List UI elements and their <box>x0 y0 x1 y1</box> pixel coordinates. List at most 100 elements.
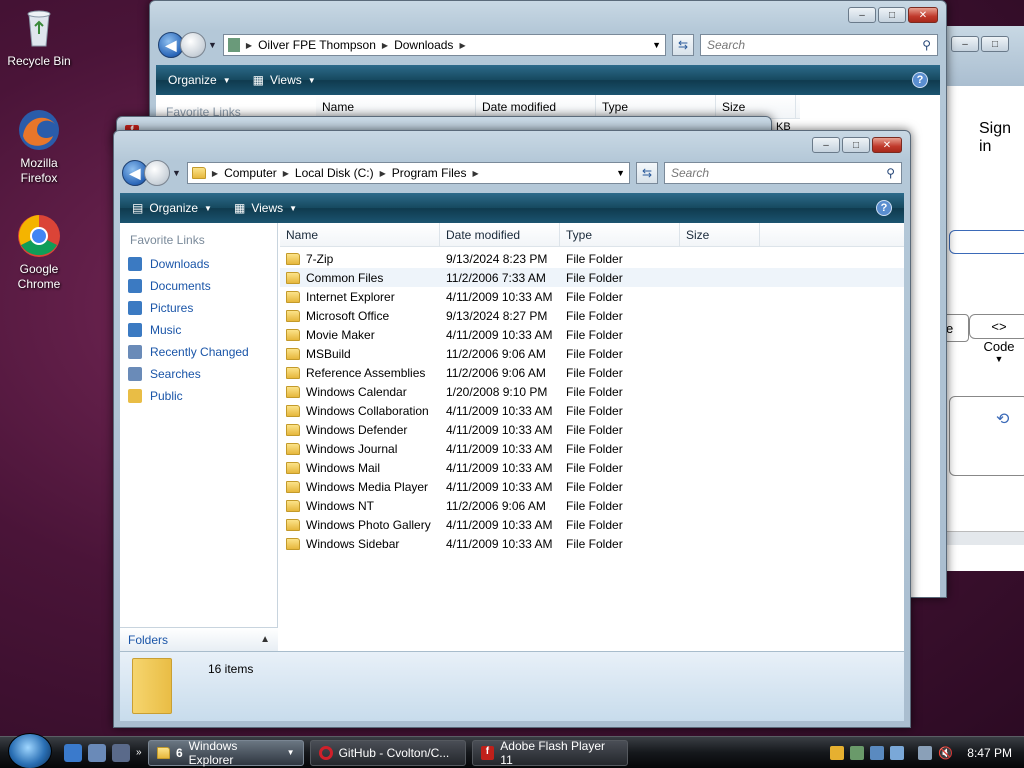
history-panel: ⟲ <box>949 396 1024 476</box>
file-row[interactable]: Microsoft Office 9/13/2024 8:27 PM File Fo… <box>280 306 904 325</box>
search-input[interactable]: Search ⚲ <box>664 162 902 184</box>
file-row[interactable]: Windows Sidebar 4/11/2009 10:33 AM File Fo… <box>280 534 904 553</box>
file-row[interactable]: Windows Calendar 1/20/2008 9:10 PM File Fo… <box>280 382 904 401</box>
file-row[interactable]: MSBuild 11/2/2006 9:06 AM File Folder <box>280 344 904 363</box>
forward-button[interactable] <box>144 160 170 186</box>
chevron-down-icon: ▼ <box>994 354 1004 364</box>
security-shield-icon[interactable] <box>830 745 845 760</box>
column-date-modified[interactable]: Date modified <box>440 223 560 246</box>
address-bar[interactable]: ▶ Oilver FPE Thompson ▶ Downloads ▶ ▼ <box>222 34 666 56</box>
desktop-icon-chrome[interactable]: Google Chrome <box>4 212 74 292</box>
breadcrumb-separator: ▶ <box>379 168 386 178</box>
file-row[interactable]: Windows NT 11/2/2006 9:06 AM File Folder <box>280 496 904 515</box>
nav-link-downloads[interactable]: Downloads <box>120 253 277 275</box>
organize-button[interactable]: Organize ▼ <box>168 73 231 87</box>
column-date[interactable]: Date modified <box>476 95 596 118</box>
column-type[interactable]: Type <box>560 223 680 246</box>
folder-icon <box>286 347 300 360</box>
breadcrumb-item[interactable]: Oilver FPE Thompson <box>258 38 376 52</box>
taskbar-button-github[interactable]: GitHub - Cvolton/C... <box>309 739 466 766</box>
nav-link-documents[interactable]: Documents <box>120 275 277 297</box>
breadcrumb-item[interactable]: Downloads <box>394 38 453 52</box>
address-dropdown-icon[interactable]: ▼ <box>652 40 661 50</box>
folders-toggle[interactable]: Folders ▲ <box>120 627 278 651</box>
network-connection-icon[interactable] <box>918 745 933 760</box>
minimize-button[interactable]: – <box>812 137 840 153</box>
file-row[interactable]: Windows Photo Gallery 4/11/2009 10:33 AM F… <box>280 515 904 534</box>
documents-icon <box>128 279 142 293</box>
search-icon[interactable]: ⚲ <box>922 38 931 52</box>
close-button[interactable]: ✕ <box>872 137 902 153</box>
help-icon[interactable]: ? <box>876 200 892 216</box>
breadcrumb-item[interactable]: Program Files <box>392 166 467 180</box>
history-dropdown[interactable]: ▼ <box>208 40 217 50</box>
file-row[interactable]: Windows Mail 4/11/2009 10:33 AM File Folde… <box>280 458 904 477</box>
file-row[interactable]: Movie Maker 4/11/2009 10:33 AM File Folder <box>280 325 904 344</box>
switch-windows-icon[interactable] <box>112 743 130 762</box>
history-icon[interactable]: ⟲ <box>996 409 1009 429</box>
search-input[interactable]: Search ⚲ <box>700 34 938 56</box>
minimize-button[interactable]: – <box>848 7 876 23</box>
maximize-button[interactable]: □ <box>981 36 1009 52</box>
file-row[interactable]: Windows Defender 4/11/2009 10:33 AM File F… <box>280 420 904 439</box>
taskbar-button-explorer[interactable]: 6 Windows Explorer ▼ <box>147 739 304 767</box>
code-button[interactable]: <> Code ▼ <box>969 314 1024 374</box>
nav-link-pictures[interactable]: Pictures <box>120 297 277 319</box>
column-type[interactable]: Type <box>596 95 716 118</box>
file-row[interactable]: Internet Explorer 4/11/2009 10:33 AM File … <box>280 287 904 306</box>
file-row[interactable]: Reference Assemblies 11/2/2006 9:06 AM Fil… <box>280 363 904 382</box>
breadcrumb-item[interactable]: Local Disk (C:) <box>295 166 374 180</box>
address-dropdown-icon[interactable]: ▼ <box>616 168 625 178</box>
breadcrumb-separator: ▶ <box>381 40 389 50</box>
close-button[interactable]: ✕ <box>908 7 938 23</box>
update-tray-icon[interactable] <box>870 745 885 760</box>
refresh-button[interactable]: ⇆ <box>672 34 694 56</box>
nav-link-searches[interactable]: Searches <box>120 363 277 385</box>
folder-icon <box>286 404 300 417</box>
file-row[interactable]: Common Files 11/2/2006 7:33 AM File Folder <box>280 268 904 287</box>
sign-in-link[interactable]: Sign in <box>979 120 1024 156</box>
maximize-button[interactable]: □ <box>842 137 870 153</box>
file-date: 4/11/2009 10:33 AM <box>446 441 553 456</box>
background-browser-window: – □ Sign in e <> Code ▼ ⟲ <box>939 26 1024 571</box>
browser-input[interactable] <box>949 230 1024 254</box>
program-tray-icon[interactable] <box>890 745 905 760</box>
nav-link-music[interactable]: Music <box>120 319 277 341</box>
column-size[interactable]: Size <box>716 95 796 118</box>
network-tray-icon[interactable] <box>850 745 865 760</box>
file-row[interactable]: Windows Collaboration 4/11/2009 10:33 AM F… <box>280 401 904 420</box>
start-button[interactable] <box>8 732 52 768</box>
file-row[interactable]: Windows Journal 4/11/2009 10:33 AM File Fo… <box>280 439 904 458</box>
nav-link-recently-changed[interactable]: Recently Changed <box>120 341 277 363</box>
file-name: Common Files <box>306 270 384 285</box>
views-button[interactable]: ▦ Views ▼ <box>253 73 316 87</box>
organize-button[interactable]: ▤ Organize ▼ <box>132 201 212 215</box>
column-name[interactable]: Name <box>280 223 440 246</box>
internet-explorer-icon[interactable] <box>64 743 82 762</box>
taskbar-button-flash[interactable]: f Adobe Flash Player 11 <box>471 739 628 767</box>
nav-link-public[interactable]: Public <box>120 385 277 407</box>
views-button[interactable]: ▦ Views ▼ <box>234 201 297 215</box>
maximize-button[interactable]: □ <box>878 7 906 23</box>
history-dropdown[interactable]: ▼ <box>172 168 181 178</box>
file-row[interactable]: 7-Zip 9/13/2024 8:23 PM File Folder <box>280 249 904 268</box>
clock[interactable]: 8:47 PM <box>967 746 1012 760</box>
refresh-button[interactable]: ⇆ <box>636 162 658 184</box>
desktop-icon-recycle-bin[interactable]: Recycle Bin <box>4 4 74 68</box>
address-bar[interactable]: ▶ Computer ▶ Local Disk (C:) ▶ Program F… <box>186 162 630 184</box>
forward-button[interactable] <box>180 32 206 58</box>
search-icon[interactable]: ⚲ <box>886 166 895 180</box>
breadcrumb-item[interactable]: Computer <box>224 166 277 180</box>
desktop-icon-firefox[interactable]: Mozilla Firefox <box>4 106 74 186</box>
help-icon[interactable]: ? <box>912 72 928 88</box>
column-name[interactable]: Name <box>316 95 476 118</box>
column-size[interactable]: Size <box>680 223 760 246</box>
show-desktop-icon[interactable] <box>88 743 106 762</box>
file-type: File Folder <box>566 479 623 494</box>
nav-link-label: Recently Changed <box>150 345 249 359</box>
horizontal-scrollbar[interactable] <box>945 531 1024 545</box>
file-row[interactable]: Windows Media Player 4/11/2009 10:33 AM Fi… <box>280 477 904 496</box>
minimize-button[interactable]: – <box>951 36 979 52</box>
volume-muted-icon[interactable]: 🔇 <box>938 746 953 760</box>
chevron-right-icon[interactable]: » <box>136 747 142 758</box>
